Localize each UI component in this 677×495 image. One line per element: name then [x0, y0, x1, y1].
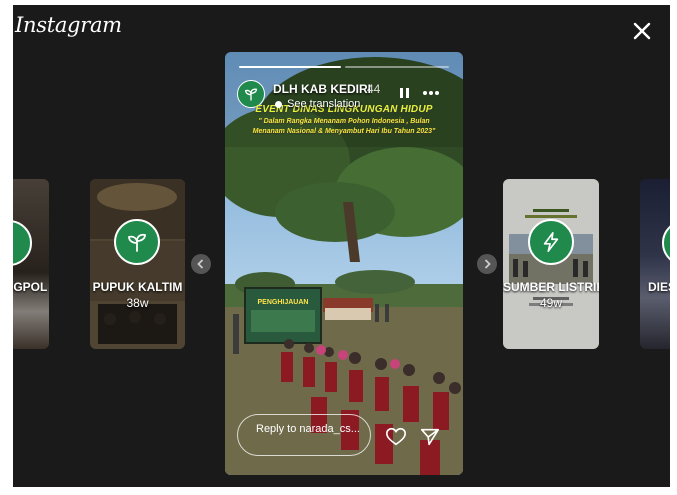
story-time: 38w — [126, 296, 149, 310]
banner-text: PENGHIJAUAN — [258, 299, 309, 306]
story-progress-2 — [345, 66, 449, 68]
story-progress-1 — [239, 66, 341, 68]
send-icon — [420, 428, 440, 446]
sprout-icon — [128, 233, 146, 252]
like-button[interactable] — [385, 426, 407, 448]
story-username: SUMBER LISTRIK — [503, 280, 599, 294]
heart-icon — [386, 427, 406, 446]
story-card-left-far[interactable]: NGPOL — [13, 179, 49, 349]
story-card-right-far[interactable]: DIES — [640, 179, 670, 349]
dot-icon — [275, 100, 282, 108]
story-username: PUPUK KALTIM — [92, 280, 183, 294]
story-card-sumber-listrik[interactable]: SUMBER LISTRIK 49w — [503, 179, 599, 349]
pause-button[interactable] — [397, 86, 411, 100]
story-viewer: Instagram NGPOL PUPUK KALTIM 38w — [13, 5, 670, 487]
chevron-right-icon — [484, 259, 491, 269]
event-subtitle-2: Menanam Nasional & Menyambut Hari Ibu Ta… — [252, 128, 436, 135]
close-icon[interactable] — [630, 19, 654, 43]
see-translation-button[interactable]: See translation — [275, 98, 360, 110]
account-name[interactable]: DLH KAB KEDIRI — [273, 82, 371, 96]
lightning-icon — [543, 232, 559, 252]
story-username: DIES — [648, 280, 670, 294]
more-options-button[interactable] — [421, 86, 441, 100]
avatar — [114, 219, 160, 265]
previous-story-button[interactable] — [191, 254, 211, 274]
avatar — [528, 219, 574, 265]
share-button[interactable] — [419, 426, 441, 448]
story-username: NGPOL — [13, 280, 48, 294]
story-card-pupuk-kaltim[interactable]: PUPUK KALTIM 38w — [90, 179, 185, 349]
event-subtitle-1: " Dalam Rangka Menanam Pohon Indonesia ,… — [258, 118, 430, 125]
chevron-left-icon — [197, 259, 204, 269]
story-time: 44 — [367, 82, 381, 96]
story-time: 49w — [539, 296, 562, 310]
sprout-icon — [244, 88, 258, 101]
current-story[interactable]: PENGHIJAUAN DLH KAB KEDIRI 44 EVENT DINA… — [225, 52, 463, 475]
more-icon — [423, 91, 439, 95]
see-translation-label: See translation — [287, 98, 361, 110]
pause-icon — [400, 88, 409, 98]
reply-input[interactable]: Reply to narada_cs... — [237, 414, 371, 456]
next-story-button[interactable] — [477, 254, 497, 274]
instagram-logo[interactable]: Instagram — [15, 13, 122, 37]
